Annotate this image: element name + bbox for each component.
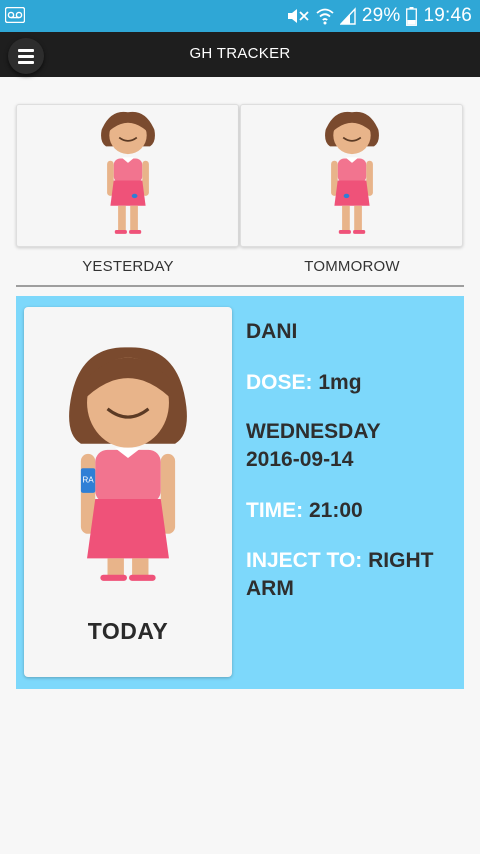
day-of-week: WEDNESDAY [246, 420, 381, 443]
inject-row: INJECT TO: RIGHT ARM [246, 547, 460, 603]
girl-figure-small [325, 111, 379, 234]
inject-key: INJECT TO: [246, 549, 363, 572]
dose-row: DOSE: 1mg [246, 369, 362, 397]
dose-value: 1mg [318, 371, 362, 394]
voicemail-icon [4, 6, 26, 28]
signal-icon [339, 7, 356, 25]
dose-key: DOSE: [246, 371, 313, 394]
battery-percent: 29% [361, 5, 401, 26]
tomorrow-label: TOMMOROW [304, 258, 400, 275]
yesterday-card[interactable] [16, 104, 239, 247]
app-bar: GH TRACKER [0, 32, 480, 77]
patient-name: DANI [246, 320, 298, 343]
girl-figure-small [101, 111, 155, 234]
yesterday-label: YESTERDAY [82, 258, 174, 275]
today-label: TODAY [87, 618, 169, 644]
arm-badge-text: RA [82, 476, 94, 485]
tomorrow-card[interactable] [240, 104, 463, 247]
status-clock: 19:46 [423, 5, 472, 26]
status-bar: 29% 19:46 [0, 0, 480, 32]
mute-icon [286, 7, 310, 25]
girl-figure-large: RA [69, 347, 187, 581]
app-title: GH TRACKER [189, 45, 291, 62]
time-value: 21:00 [309, 499, 363, 522]
date-block: WEDNESDAY 2016-09-14 [246, 418, 381, 474]
wifi-icon [316, 7, 334, 25]
time-row: TIME: 21:00 [246, 497, 363, 525]
battery-icon [406, 6, 418, 26]
date-value: 2016-09-14 [246, 448, 354, 471]
divider [16, 285, 464, 287]
time-key: TIME: [246, 499, 304, 522]
today-card[interactable]: RA TODAY [24, 307, 232, 677]
today-panel: RA TODAY [16, 296, 464, 689]
